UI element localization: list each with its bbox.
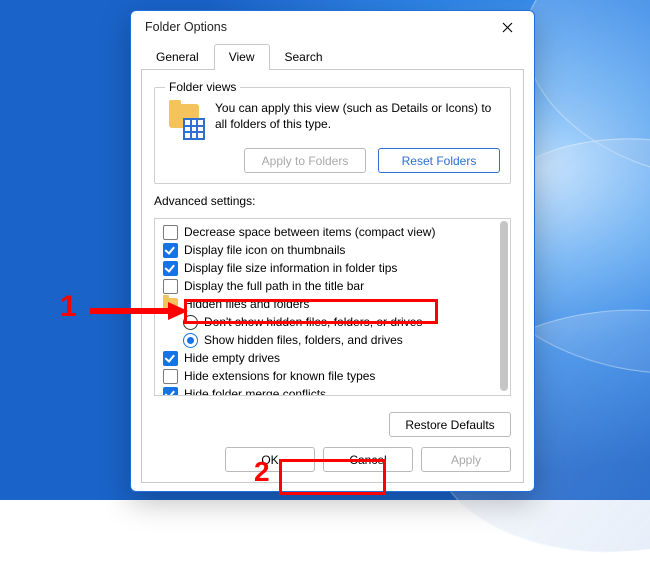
folder-views-icon xyxy=(165,100,205,140)
checkbox[interactable] xyxy=(163,369,178,384)
window-title: Folder Options xyxy=(145,20,486,34)
setting-label: Show hidden files, folders, and drives xyxy=(204,333,403,347)
checkbox[interactable] xyxy=(163,243,178,258)
advanced-settings-label: Advanced settings: xyxy=(154,194,511,208)
folder-views-legend: Folder views xyxy=(165,80,240,94)
tab-search[interactable]: Search xyxy=(270,44,338,70)
folder-options-dialog: Folder Options General View Search Folde… xyxy=(130,10,535,492)
setting-row[interactable]: Hide empty drives xyxy=(155,349,510,367)
ok-button[interactable]: OK xyxy=(225,447,315,472)
setting-label: Decrease space between items (compact vi… xyxy=(184,225,435,239)
setting-row[interactable]: Display file icon on thumbnails xyxy=(155,241,510,259)
setting-label: Display file size information in folder … xyxy=(184,261,397,275)
scrollbar[interactable] xyxy=(500,221,508,393)
setting-label: Display file icon on thumbnails xyxy=(184,243,345,257)
annotation-number-1: 1 xyxy=(60,290,77,324)
annotation-arrow-icon xyxy=(90,300,190,322)
apply-to-folders-button[interactable]: Apply to Folders xyxy=(244,148,366,173)
setting-label: Don't show hidden files, folders, or dri… xyxy=(204,315,422,329)
folder-views-desc: You can apply this view (such as Details… xyxy=(215,100,500,140)
tab-view[interactable]: View xyxy=(214,44,270,70)
checkbox[interactable] xyxy=(163,279,178,294)
tab-general[interactable]: General xyxy=(141,44,214,70)
apply-button[interactable]: Apply xyxy=(421,447,511,472)
close-icon xyxy=(502,22,513,33)
setting-label: Hide folder merge conflicts xyxy=(184,387,326,395)
setting-row[interactable]: Display the full path in the title bar xyxy=(155,277,510,295)
radio[interactable] xyxy=(183,333,198,348)
checkbox[interactable] xyxy=(163,387,178,396)
setting-row[interactable]: Don't show hidden files, folders, or dri… xyxy=(155,313,510,331)
folder-views-group: Folder views You can apply this view (su… xyxy=(154,80,511,184)
annotation-number-2: 2 xyxy=(254,456,270,488)
setting-row[interactable]: Display file size information in folder … xyxy=(155,259,510,277)
setting-label: Hide extensions for known file types xyxy=(184,369,375,383)
setting-row[interactable]: Hidden files and folders xyxy=(155,295,510,313)
setting-row[interactable]: Show hidden files, folders, and drives xyxy=(155,331,510,349)
checkbox[interactable] xyxy=(163,351,178,366)
checkbox[interactable] xyxy=(163,261,178,276)
view-panel: Folder views You can apply this view (su… xyxy=(141,69,524,483)
advanced-settings-box: Decrease space between items (compact vi… xyxy=(154,218,511,396)
titlebar[interactable]: Folder Options xyxy=(131,11,534,43)
setting-row[interactable]: Hide extensions for known file types xyxy=(155,367,510,385)
reset-folders-button[interactable]: Reset Folders xyxy=(378,148,500,173)
cancel-button[interactable]: Cancel xyxy=(323,447,413,472)
checkbox[interactable] xyxy=(163,225,178,240)
setting-row[interactable]: Hide folder merge conflicts xyxy=(155,385,510,395)
advanced-settings-list[interactable]: Decrease space between items (compact vi… xyxy=(155,219,510,395)
setting-row[interactable]: Decrease space between items (compact vi… xyxy=(155,223,510,241)
close-button[interactable] xyxy=(486,12,528,42)
dialog-footer: OK Cancel Apply xyxy=(154,447,511,472)
setting-label: Hide empty drives xyxy=(184,351,280,365)
tab-strip: General View Search xyxy=(141,44,524,70)
scrollbar-thumb[interactable] xyxy=(500,221,508,391)
restore-defaults-button[interactable]: Restore Defaults xyxy=(389,412,511,437)
setting-label: Hidden files and folders xyxy=(184,297,309,311)
setting-label: Display the full path in the title bar xyxy=(184,279,364,293)
